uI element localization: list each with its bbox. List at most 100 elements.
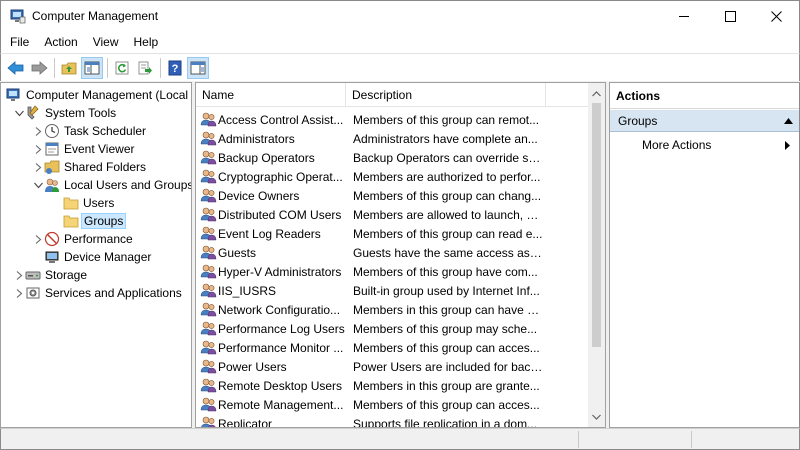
tree-item-shared-folders[interactable]: Shared Folders [1,158,191,176]
menu-help[interactable]: Help [126,35,166,49]
group-row[interactable]: Hyper-V Administrators Members of this gr… [196,262,589,281]
chevron-right-icon[interactable] [32,143,44,155]
group-row[interactable]: Power Users Power Users are included for … [196,357,589,376]
group-row[interactable]: Performance Monitor ... Members of this g… [196,338,589,357]
group-row[interactable]: Backup Operators Backup Operators can ove… [196,148,589,167]
groups-list-view[interactable]: Name Description Access Control Assist..… [195,82,606,428]
chevron-down-icon[interactable] [13,107,25,119]
column-header-description[interactable]: Description [346,83,546,107]
chevron-right-icon[interactable] [32,161,44,173]
forward-button[interactable] [28,57,50,79]
group-name: Remote Desktop Users [218,378,343,393]
tree-item-storage[interactable]: Storage [1,266,191,284]
group-description: Guests have the same access as m... [353,245,543,260]
group-icon [200,377,217,394]
group-row[interactable]: Event Log Readers Members of this group c… [196,224,589,243]
group-row[interactable]: Access Control Assist... Members of this … [196,110,589,129]
group-description: Members of this group can read e... [353,226,543,241]
chevron-down-icon[interactable] [32,179,44,191]
column-header-name[interactable]: Name [196,83,346,107]
actions-group-header[interactable]: Groups [610,110,799,132]
scroll-up-button[interactable] [588,85,605,102]
more-actions-item[interactable]: More Actions [610,135,799,155]
tree-item-device-manager[interactable]: Device Manager [1,248,191,266]
chevron-right-icon[interactable] [13,269,25,281]
show-hide-action-pane-button[interactable] [187,56,209,79]
chevron-up-icon [592,90,601,96]
toolbar-separator [54,57,55,78]
group-icon [200,244,217,261]
group-row[interactable]: Remote Management... Members of this grou… [196,395,589,414]
group-row[interactable]: Distributed COM Users Members are allowed… [196,205,589,224]
group-row[interactable]: Replicator Supports file replication in a… [196,414,589,427]
group-row[interactable]: Network Configuratio... Members in this g… [196,300,589,319]
tree-item-task-scheduler[interactable]: Task Scheduler [1,122,191,140]
scrollbar-thumb[interactable] [592,103,601,347]
group-description: Supports file replication in a dom... [353,416,538,428]
group-row[interactable]: Performance Log Users Members of this gro… [196,319,589,338]
export-list-button[interactable] [134,57,156,79]
refresh-icon [115,61,129,74]
export-list-icon [138,61,152,74]
group-description: Members in this group are grante... [353,378,540,393]
group-row[interactable]: Cryptographic Operat... Members are autho… [196,167,589,186]
tree-item-system-tools[interactable]: System Tools [1,104,191,122]
group-name: Hyper-V Administrators [218,264,342,279]
menu-bar: File Action View Help [0,31,800,53]
help-button[interactable]: ? [164,57,186,79]
tree-item-label: Storage [45,268,88,282]
group-name: Remote Management... [218,397,344,412]
tree-item-services-and-applications[interactable]: Services and Applications [1,284,191,302]
group-icon [200,301,217,318]
group-description: Members of this group can acces... [353,397,540,412]
group-description: Members in this group can have s... [353,302,543,317]
menu-view[interactable]: View [85,35,126,49]
group-name: Administrators [218,131,295,146]
tree-item-computer-management-local[interactable]: Computer Management (Local [1,86,191,104]
chevron-right-icon[interactable] [32,125,44,137]
back-button[interactable] [5,57,27,79]
group-row[interactable]: IIS_IUSRS Built-in group used by Internet… [196,281,589,300]
up-one-level-button[interactable] [58,57,80,79]
minimize-icon [678,15,689,17]
minimize-button[interactable] [661,1,707,31]
show-hide-console-tree-button[interactable] [81,56,103,79]
vertical-scrollbar[interactable] [588,83,605,427]
status-bar-divider [691,431,692,448]
tree-item-label: Services and Applications [45,286,182,300]
group-description: Members of this group may sche... [353,321,538,336]
group-icon [200,320,217,337]
console-tree[interactable]: Computer Management (Local System Tools Ta… [0,82,192,428]
close-button[interactable] [753,1,799,31]
tree-item-label: Computer Management (Local [26,88,189,102]
group-icon [200,339,217,356]
group-description: Members of this group can remot... [353,112,540,127]
maximize-icon [724,10,736,22]
tree-item-performance[interactable]: Performance [1,230,191,248]
group-name: Cryptographic Operat... [218,169,343,184]
group-icon [200,282,217,299]
tree-item-label: Performance [64,232,133,246]
tree-item-local-users-and-groups[interactable]: Local Users and Groups [1,176,191,194]
submenu-arrow-icon [785,141,790,150]
group-row[interactable]: Administrators Administrators have comple… [196,129,589,148]
tree-item-event-viewer[interactable]: Event Viewer [1,140,191,158]
actions-title: Actions [610,83,799,109]
group-name: Performance Monitor ... [218,340,344,355]
group-icon [200,206,217,223]
tree-item-users[interactable]: Users [1,194,191,212]
chevron-right-icon[interactable] [13,287,25,299]
group-name: Event Log Readers [218,226,321,241]
scroll-down-button[interactable] [588,408,605,425]
group-row[interactable]: Remote Desktop Users Members in this grou… [196,376,589,395]
group-name: Device Owners [218,188,300,203]
refresh-button[interactable] [111,57,133,79]
chevron-right-icon[interactable] [32,233,44,245]
group-row[interactable]: Guests Guests have the same access as m..… [196,243,589,262]
group-description: Built-in group used by Internet Inf... [353,283,540,298]
menu-action[interactable]: Action [36,35,84,49]
group-row[interactable]: Device Owners Members of this group can c… [196,186,589,205]
maximize-button[interactable] [707,1,753,31]
tree-item-groups[interactable]: Groups [1,212,191,230]
menu-file[interactable]: File [1,35,36,49]
